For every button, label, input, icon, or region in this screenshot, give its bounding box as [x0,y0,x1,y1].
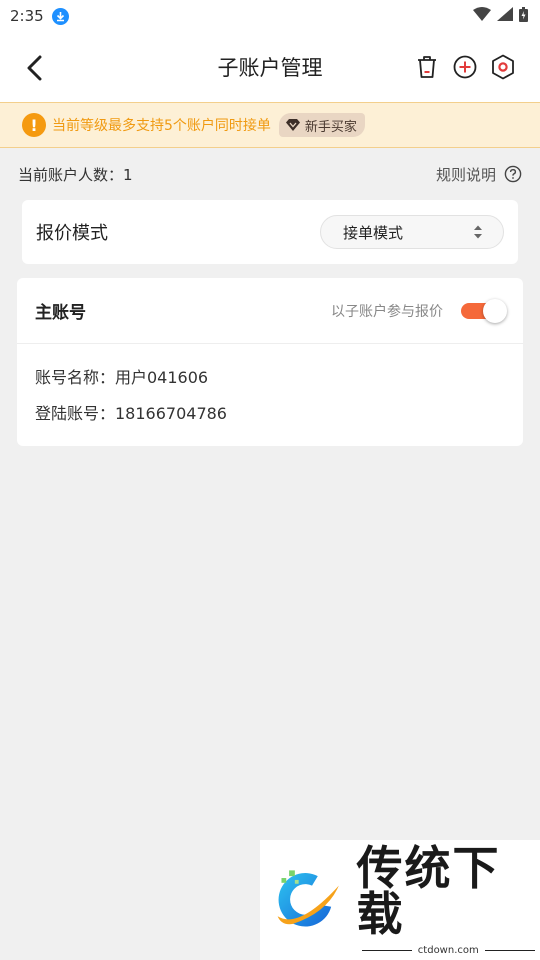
login-account: 登陆账号：18166704786 [35,404,227,423]
quote-mode-label: 报价模式 [36,223,108,244]
account-count: 当前账户人数：1 [18,165,133,184]
toggle-knob [483,298,507,323]
watermark: 传统下载 ctdown.com [260,840,540,960]
trash-icon [418,56,436,78]
add-account-button[interactable] [452,54,478,80]
master-account-card: 主账号 以子账户参与报价 账号名称：用户041606 登陆账号：18166704… [17,278,523,446]
warning-icon: ! [22,113,46,137]
download-icon [51,7,69,25]
quote-mode-select[interactable]: 接单模式 [320,215,504,249]
account-name: 账号名称：用户041606 [35,368,209,387]
level-badge-label: 新手买家 [304,119,357,135]
diamond-icon [285,119,300,131]
rules-label: 规则说明 [435,165,496,184]
watermark-url: ctdown.com [417,944,479,956]
navbar: 子账户管理 [0,32,540,102]
signal-icon [497,7,513,25]
level-badge[interactable]: 新手买家 [278,113,365,137]
chevron-left-icon [27,55,42,81]
rules-link[interactable]: 规则说明 [436,164,522,185]
master-account-details: 账号名称：用户041606 登陆账号：18166704786 [17,344,523,446]
back-button[interactable] [18,52,50,84]
settings-button[interactable] [490,54,516,80]
battery-icon [519,6,528,26]
plus-circle-icon [453,55,477,79]
wifi-icon [473,7,491,25]
master-account-title: 主账号 [35,303,86,323]
watermark-title: 传统下载 [356,840,501,941]
top-area: 2:35 子账户管理 [0,0,540,102]
delete-button[interactable] [414,54,440,80]
watermark-logo-icon [277,870,339,927]
status-bar: 2:35 [0,0,540,32]
hexagon-settings-icon [492,54,514,80]
notice-text: 当前等级最多支持5个账户同时接单 [52,118,271,134]
quote-mode-value: 接单模式 [343,223,404,242]
master-account-header: 主账号 以子账户参与报价 [17,278,523,344]
sort-arrows-icon [474,225,482,239]
help-circle-icon [504,165,522,183]
level-notice-banner: ! 当前等级最多支持5个账户同时接单 新手买家 [0,102,540,148]
account-summary-row: 当前账户人数：1 规则说明 [0,148,540,200]
sub-quote-label: 以子账户参与报价 [331,303,443,320]
status-time: 2:35 [10,7,44,25]
sub-quote-toggle[interactable] [461,298,507,323]
quote-mode-card: 报价模式 接单模式 [22,200,518,264]
